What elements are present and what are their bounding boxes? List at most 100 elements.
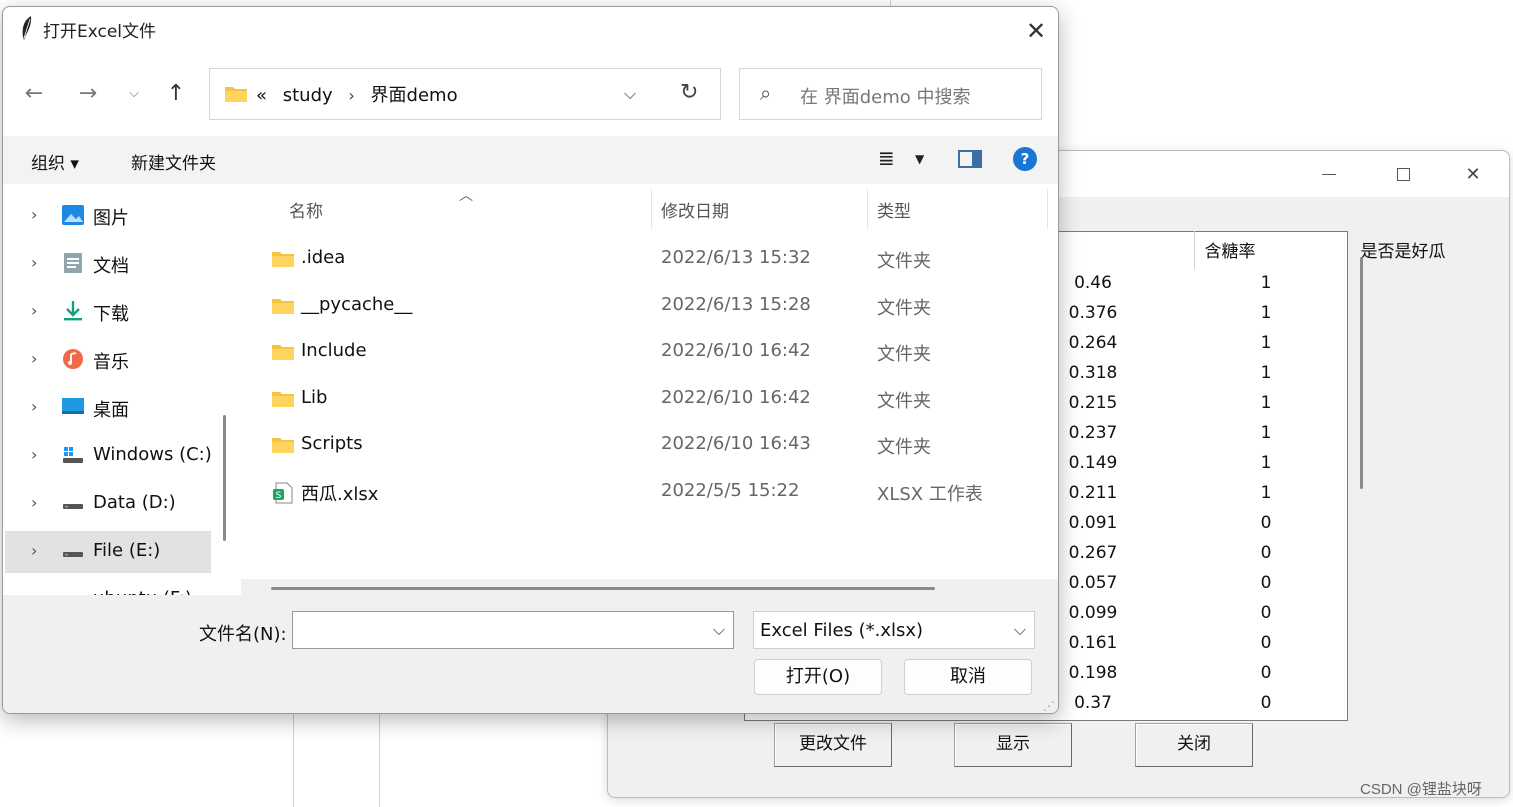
- column-separator[interactable]: [651, 189, 652, 229]
- file-name: 西瓜.xlsx: [301, 484, 379, 505]
- chevron-right-icon[interactable]: ›: [31, 301, 37, 320]
- drive-icon: [61, 492, 85, 514]
- filename-input[interactable]: ⌵: [292, 611, 734, 649]
- breadcrumb-overflow[interactable]: «: [256, 85, 267, 106]
- chevron-right-icon[interactable]: ›: [31, 397, 37, 416]
- minimize-button[interactable]: [1294, 155, 1364, 193]
- open-button[interactable]: 打开(O): [754, 659, 882, 695]
- address-dropdown-button[interactable]: ⌵: [624, 84, 636, 104]
- cancel-button[interactable]: 取消: [904, 659, 1032, 695]
- close-icon: ✕: [1025, 17, 1047, 45]
- search-box[interactable]: ⌕ 在 界面demo 中搜索: [739, 68, 1042, 120]
- folder-icon: [271, 249, 295, 268]
- column-separator[interactable]: [867, 189, 868, 229]
- chevron-right-icon[interactable]: ›: [31, 445, 37, 464]
- chevron-down-icon[interactable]: ⌵: [713, 620, 725, 640]
- resize-grip-icon[interactable]: ⋰: [1043, 699, 1055, 713]
- file-name: Lib: [301, 386, 328, 408]
- column-header-sugar[interactable]: 含糖率: [1165, 238, 1295, 266]
- cell-good-melon: 0: [1260, 663, 1272, 683]
- column-header-good-melon[interactable]: 是否是好瓜: [1333, 238, 1473, 266]
- folder-icon: [271, 296, 295, 315]
- column-header-type[interactable]: 类型: [877, 197, 911, 222]
- up-button[interactable]: ↑: [161, 79, 191, 109]
- nav-item-label: File (E:): [93, 540, 161, 561]
- file-date: 2022/6/10 16:42: [661, 340, 811, 362]
- file-row[interactable]: Scripts 2022/6/10 16:43 文件夹: [241, 425, 1058, 469]
- divider: [379, 700, 380, 807]
- nav-item-label: 图片: [93, 208, 129, 229]
- preview-pane-icon[interactable]: [958, 150, 982, 168]
- cell-good-melon: 1: [1260, 393, 1272, 413]
- address-bar[interactable]: « study › 界面demo ⌵ ↻: [209, 68, 721, 120]
- close-button[interactable]: ✕: [1438, 155, 1508, 193]
- change-file-button[interactable]: 更改文件: [774, 723, 892, 767]
- breadcrumb: « study › 界面demo: [256, 81, 468, 107]
- forward-button[interactable]: →: [73, 79, 103, 109]
- show-button[interactable]: 显示: [954, 723, 1072, 767]
- file-date: 2022/6/10 16:42: [661, 386, 811, 408]
- dialog-close-button[interactable]: ✕: [1021, 17, 1051, 47]
- cell-good-melon: 1: [1260, 273, 1272, 293]
- new-folder-button[interactable]: 新建文件夹: [131, 149, 216, 174]
- table-scrollbar[interactable]: [1360, 257, 1363, 489]
- file-row[interactable]: Include 2022/6/10 16:42 文件夹: [241, 332, 1058, 376]
- nav-item[interactable]: › 文档: [5, 243, 211, 285]
- breadcrumb-study[interactable]: study: [283, 85, 333, 106]
- help-icon[interactable]: ?: [1013, 147, 1037, 171]
- column-header-date[interactable]: 修改日期: [661, 197, 729, 222]
- file-date: 2022/5/5 15:22: [661, 480, 800, 501]
- file-date: 2022/6/10 16:43: [661, 433, 811, 455]
- pictures-icon: [61, 204, 85, 226]
- organize-button[interactable]: 组织 ▾: [31, 149, 79, 174]
- close-icon: ✕: [1465, 163, 1481, 185]
- file-name: .idea: [301, 247, 346, 268]
- filetype-select[interactable]: Excel Files (*.xlsx) ⌵: [753, 611, 1035, 649]
- minimize-icon: [1322, 173, 1336, 175]
- nav-item[interactable]: › File (E:): [5, 531, 211, 573]
- file-row[interactable]: .idea 2022/6/13 15:32 文件夹: [241, 239, 1058, 283]
- file-row[interactable]: S 西瓜.xlsx 2022/5/5 15:22 XLSX 工作表: [241, 472, 1058, 516]
- view-dropdown-icon[interactable]: ▼: [915, 152, 924, 166]
- chevron-right-icon[interactable]: ›: [31, 205, 37, 224]
- watermark: CSDN @锂盐块呀: [1360, 781, 1482, 798]
- file-row[interactable]: Lib 2022/6/10 16:42 文件夹: [241, 379, 1058, 423]
- file-type: 文件夹: [877, 437, 931, 459]
- nav-item[interactable]: ›ubuntu (F:): [5, 579, 211, 595]
- nav-item[interactable]: › 桌面: [5, 387, 211, 429]
- navigation-scrollbar[interactable]: [223, 415, 226, 541]
- cell-good-melon: 0: [1260, 693, 1272, 713]
- breadcrumb-demo[interactable]: 界面demo: [371, 85, 458, 106]
- horizontal-scrollbar[interactable]: [271, 587, 935, 590]
- recent-locations-button[interactable]: ⌵: [119, 79, 149, 109]
- nav-item-label: Windows (C:): [93, 444, 212, 465]
- cell-good-melon: 1: [1260, 363, 1272, 383]
- nav-item[interactable]: › 音乐: [5, 339, 211, 381]
- chevron-right-icon[interactable]: ›: [31, 493, 37, 512]
- view-list-icon[interactable]: ≣: [878, 146, 895, 170]
- close-app-button[interactable]: 关闭: [1135, 723, 1253, 767]
- file-type: 文件夹: [877, 344, 931, 366]
- nav-item[interactable]: › Data (D:): [5, 483, 211, 525]
- chevron-right-icon[interactable]: ›: [31, 349, 37, 368]
- chevron-down-icon: ⌵: [1013, 620, 1026, 639]
- refresh-button[interactable]: ↻: [680, 80, 698, 105]
- back-button[interactable]: ←: [19, 79, 49, 109]
- refresh-icon: ↻: [680, 80, 699, 105]
- maximize-button[interactable]: [1368, 155, 1438, 193]
- column-separator[interactable]: [1047, 189, 1048, 229]
- file-type: 文件夹: [877, 297, 931, 319]
- nav-item[interactable]: › 下载: [5, 291, 211, 333]
- file-row[interactable]: __pycache__ 2022/6/13 15:28 文件夹: [241, 286, 1058, 330]
- nav-item-label: Data (D:): [93, 492, 176, 513]
- column-header-name[interactable]: 名称: [289, 197, 323, 222]
- documents-icon: [61, 252, 85, 274]
- chevron-right-icon[interactable]: ›: [31, 541, 37, 560]
- nav-item[interactable]: › Windows (C:): [5, 435, 212, 477]
- nav-item[interactable]: › 图片: [5, 195, 211, 237]
- chevron-right-icon[interactable]: ›: [31, 253, 37, 272]
- drive-icon: [61, 588, 85, 595]
- file-date: 2022/6/13 15:28: [661, 293, 811, 315]
- arrow-left-icon: ←: [24, 81, 44, 106]
- cell-good-melon: 0: [1260, 543, 1272, 563]
